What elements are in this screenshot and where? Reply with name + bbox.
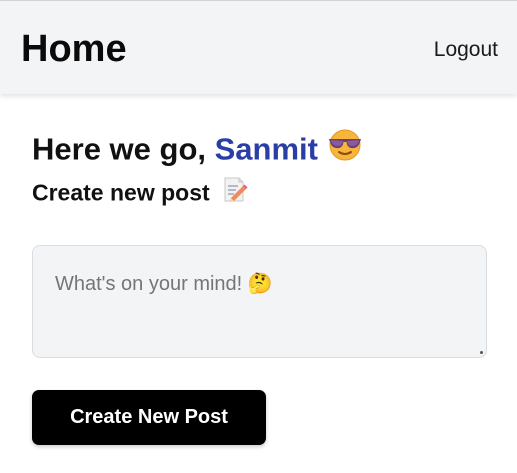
cool-sunglasses-face-icon xyxy=(326,127,364,170)
create-post-heading-text: Create new post xyxy=(32,179,210,206)
create-new-post-button[interactable]: Create New Post xyxy=(32,390,266,445)
textarea-resize-handle[interactable] xyxy=(480,351,483,354)
greeting-heading: Here we go, Sanmit xyxy=(32,127,364,173)
top-navbar: Home Logout xyxy=(0,0,517,94)
memo-pencil-icon xyxy=(222,175,248,210)
greeting-prefix: Here we go, xyxy=(32,131,215,167)
post-content-input[interactable] xyxy=(32,245,487,358)
page-title: Home xyxy=(21,28,127,70)
create-post-heading: Create new post xyxy=(32,177,248,212)
username: Sanmit xyxy=(214,131,318,167)
logout-button[interactable]: Logout xyxy=(434,38,498,62)
